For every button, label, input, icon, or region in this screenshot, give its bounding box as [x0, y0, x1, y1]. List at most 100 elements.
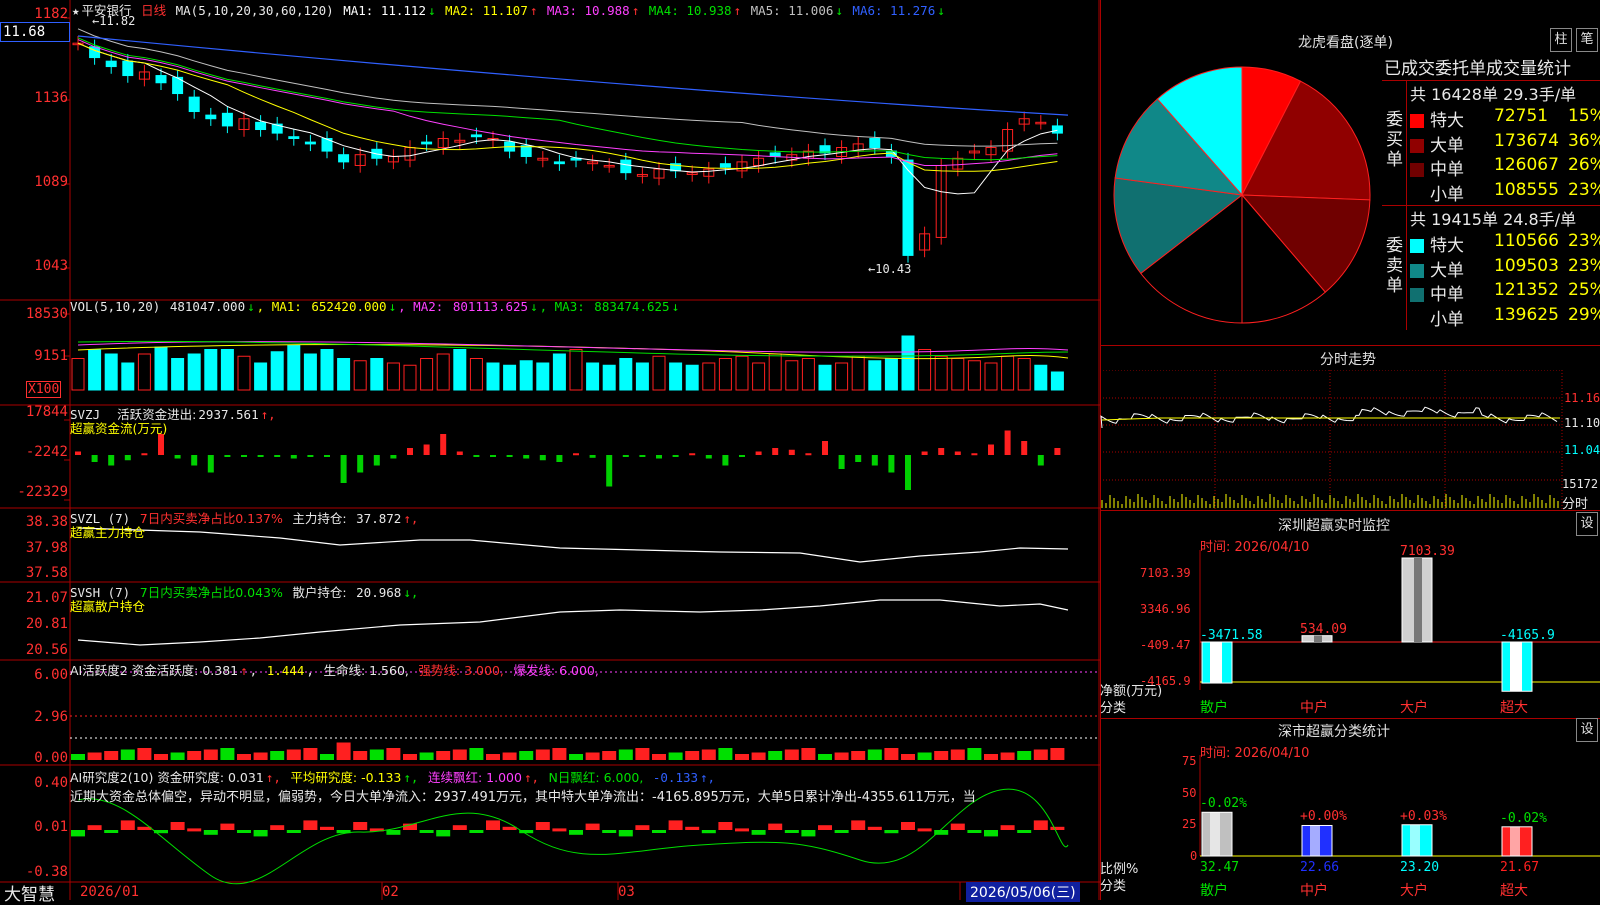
- volume-bar: [552, 353, 566, 391]
- monitor-bar-highlight: [1510, 642, 1522, 692]
- svzj-bar: [822, 441, 828, 455]
- svzj-bar: [639, 455, 646, 457]
- bar-mode-button[interactable]: 柱: [1550, 28, 1572, 52]
- volume-bar: [237, 355, 251, 391]
- monitor-cat-散户: 散户: [1200, 700, 1228, 716]
- classify-cat-label: 分类: [1100, 879, 1127, 894]
- classify-delta-中户: +0.00%: [1300, 809, 1347, 825]
- ai-research-bar: [237, 830, 251, 833]
- monitor-bar-highlight: [1210, 642, 1222, 684]
- ai-active-bar: [569, 754, 583, 760]
- classify-y-2: 25: [1182, 817, 1197, 831]
- monitor-value-大户: 7103.39: [1400, 544, 1455, 559]
- ai-research-y-top: 0.40: [34, 775, 68, 791]
- main-chart-canvas[interactable]: [0, 0, 1100, 900]
- ai-research-bar: [635, 825, 650, 830]
- classify-title: 深市超赢分类统计: [1278, 724, 1390, 740]
- svzl-subtitle: 超赢主力持仓: [70, 525, 146, 540]
- svzj-bar: [805, 453, 812, 456]
- ai-research-y-bot: -0.38: [25, 864, 68, 880]
- svzj-bar: [1021, 441, 1028, 455]
- axis-label-02: 02: [382, 884, 399, 900]
- order-row-大单: 大单17367436%: [1410, 131, 1600, 156]
- volume-bar: [536, 362, 550, 391]
- classify-bar-highlight: [1310, 825, 1320, 856]
- kline-y-1136: 1136: [34, 90, 68, 106]
- classify-settings-button[interactable]: 设: [1576, 718, 1598, 742]
- classify-y-1: 50: [1182, 786, 1197, 800]
- ai-active-bar: [701, 749, 716, 760]
- volume-bar: [270, 351, 284, 391]
- ma5-line: [77, 28, 1058, 147]
- candle-body: [221, 112, 233, 127]
- ai-research-bar: [668, 820, 683, 830]
- ai-active-bar: [901, 754, 915, 760]
- volume-bar: [768, 353, 782, 391]
- period-label[interactable]: 日线: [141, 3, 166, 18]
- ai-active-bar: [104, 751, 119, 760]
- ai-research-bar: [917, 828, 932, 832]
- monitor-settings-button[interactable]: 设: [1576, 512, 1598, 536]
- vol-header: VOL(5,10,20) 481047.000 ↓, MA1: 652420.00…: [70, 299, 680, 314]
- svzj-bar: [689, 453, 696, 456]
- classify-bar-highlight: [1410, 824, 1420, 856]
- ai-research-bar: [452, 825, 467, 830]
- volume-bar: [934, 355, 948, 391]
- volume-bar: [104, 353, 118, 391]
- svzj-bar: [191, 455, 198, 466]
- ai-research-bar: [901, 822, 915, 830]
- volume-bar: [403, 364, 417, 391]
- star-icon[interactable]: ★: [72, 3, 80, 18]
- monitor-cat-中户: 中户: [1300, 700, 1328, 716]
- kline-header: ★ 平安银行 日线 MA(5,10,20,30,60,120) MA1: 11.1…: [72, 0, 949, 19]
- ai-research-bar: [801, 830, 816, 837]
- svzj-bar: [938, 448, 945, 455]
- classify-delta-散户: -0.02%: [1200, 796, 1247, 812]
- svzj-bar: [722, 455, 729, 466]
- svsh-y-top: 21.07: [25, 590, 68, 606]
- volume-bar: [602, 364, 616, 391]
- axis-label-03: 03: [618, 884, 635, 900]
- ai-research-bar: [170, 822, 185, 830]
- ai-research-bar: [303, 820, 318, 830]
- svzj-bar: [407, 448, 413, 455]
- volume-bar: [420, 358, 434, 391]
- kline-y-1089: 1089: [34, 174, 68, 190]
- candle-body: [205, 114, 217, 120]
- ai-research-bar: [718, 822, 733, 830]
- volume-bar: [1017, 358, 1031, 391]
- intraday-chart[interactable]: [1100, 370, 1600, 510]
- ai-research-bar: [867, 826, 882, 830]
- ai-active-bar: [71, 754, 85, 760]
- ai-active-bar: [154, 754, 168, 760]
- volume-bar: [503, 364, 517, 391]
- candle-body: [304, 141, 316, 145]
- ai-active-bar: [917, 752, 932, 760]
- vol-value: 481047.000: [169, 299, 246, 314]
- volume-bar: [785, 360, 799, 391]
- svzj-bar: [257, 455, 264, 457]
- volume-bar: [436, 353, 450, 391]
- axis-label-2026-01: 2026/01: [80, 884, 140, 900]
- classify-delta-超大: -0.02%: [1500, 810, 1547, 826]
- svzj-bar: [1004, 430, 1011, 455]
- ai-research-bar: [71, 830, 85, 837]
- svzj-bar: [124, 455, 131, 461]
- ai-active-bar: [884, 748, 899, 760]
- ai-research-bar: [552, 828, 567, 832]
- tick-mode-button[interactable]: 笔: [1576, 28, 1598, 52]
- ma-value-1: MA1: 11.112: [343, 3, 426, 18]
- buy-summary: 共 16428单 29.3手/单: [1410, 85, 1577, 104]
- svzj-bar: [656, 455, 662, 459]
- ai-active-bar: [303, 748, 318, 760]
- ai-active-bar: [718, 748, 733, 760]
- vol-unit-label[interactable]: X100: [26, 381, 62, 398]
- brand-label: 大智慧: [4, 885, 55, 905]
- svzj-bar: [91, 455, 98, 462]
- ai-active-bar: [120, 749, 135, 760]
- classify-cat-中户: 中户: [1300, 883, 1328, 899]
- volume-bar: [586, 362, 600, 391]
- svzj-bar: [539, 455, 546, 461]
- volume-bar: [337, 358, 351, 391]
- ai-active-bar: [1033, 749, 1048, 760]
